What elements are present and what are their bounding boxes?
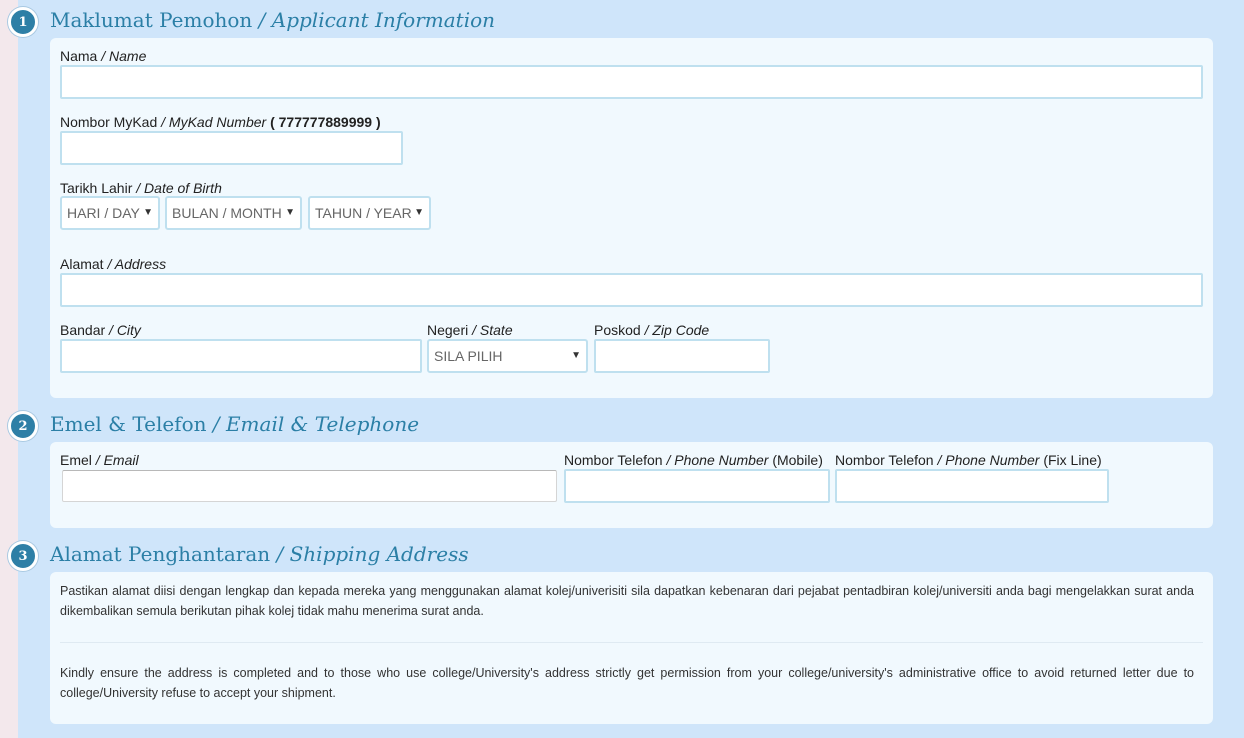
zip-label: Poskod / Zip Code	[594, 322, 710, 338]
mykad-label: Nombor MyKad / MyKad Number ( 7777778899…	[60, 114, 381, 130]
section-title-en: / Email & Telephone	[212, 412, 420, 436]
state-value: SILA PILIH	[434, 348, 503, 364]
name-label: Nama / Name	[60, 48, 147, 64]
mykad-example: ( 777777889999 )	[270, 114, 381, 130]
shipping-note-ms: Pastikan alamat diisi dengan lengkap dan…	[60, 584, 1194, 618]
section-title-shipping: Alamat Penghantaran / Shipping Address	[50, 542, 469, 566]
section-title-ms: Maklumat Pemohon	[50, 8, 253, 32]
name-input[interactable]	[60, 65, 1203, 99]
city-input[interactable]	[60, 339, 422, 373]
address-input[interactable]	[60, 273, 1203, 307]
dob-month-select[interactable]: BULAN / MONTH ▼	[165, 196, 302, 230]
dob-label: Tarikh Lahir / Date of Birth	[60, 180, 222, 196]
state-label: Negeri / State	[427, 322, 513, 338]
section-title-applicant: Maklumat Pemohon / Applicant Information	[50, 8, 495, 32]
section-title-en: / Shipping Address	[276, 542, 469, 566]
divider	[60, 642, 1203, 643]
zip-input[interactable]	[594, 339, 770, 373]
mobile-label: Nombor Telefon / Phone Number (Mobile)	[564, 452, 823, 468]
shipping-panel: Pastikan alamat diisi dengan lengkap dan…	[50, 572, 1213, 724]
chevron-down-icon: ▼	[143, 207, 153, 218]
dob-day-value: HARI / DAY	[67, 205, 140, 221]
section-title-ms: Alamat Penghantaran	[50, 542, 271, 566]
section-title-ms: Emel & Telefon	[50, 412, 207, 436]
city-label: Bandar / City	[60, 322, 141, 338]
state-select[interactable]: SILA PILIH ▼	[427, 339, 588, 373]
dob-day-select[interactable]: HARI / DAY ▼	[60, 196, 160, 230]
dob-year-select[interactable]: TAHUN / YEAR ▼	[308, 196, 431, 230]
fixline-input[interactable]	[835, 469, 1109, 503]
address-label: Alamat / Address	[60, 256, 167, 272]
chevron-down-icon: ▼	[571, 350, 581, 361]
step-badge-1: 1	[8, 7, 38, 37]
mobile-input[interactable]	[564, 469, 830, 503]
applicant-panel: Nama / Name Nombor MyKad / MyKad Number …	[50, 38, 1213, 398]
chevron-down-icon: ▼	[285, 207, 295, 218]
section-title-contact: Emel & Telefon / Email & Telephone	[50, 412, 419, 436]
shipping-note-en: Kindly ensure the address is completed a…	[60, 666, 1194, 700]
email-input[interactable]	[62, 470, 557, 502]
left-edge-strip	[0, 0, 18, 738]
mykad-input[interactable]	[60, 131, 403, 165]
step-badge-3: 3	[8, 541, 38, 571]
section-title-en: / Applicant Information	[258, 8, 496, 32]
chevron-down-icon: ▼	[414, 207, 424, 218]
contact-panel: Emel / Email Nombor Telefon / Phone Numb…	[50, 442, 1213, 528]
email-label: Emel / Email	[60, 452, 139, 468]
step-badge-2: 2	[8, 411, 38, 441]
fixline-label: Nombor Telefon / Phone Number (Fix Line)	[835, 452, 1102, 468]
dob-month-value: BULAN / MONTH	[172, 205, 282, 221]
dob-year-value: TAHUN / YEAR	[315, 205, 412, 221]
